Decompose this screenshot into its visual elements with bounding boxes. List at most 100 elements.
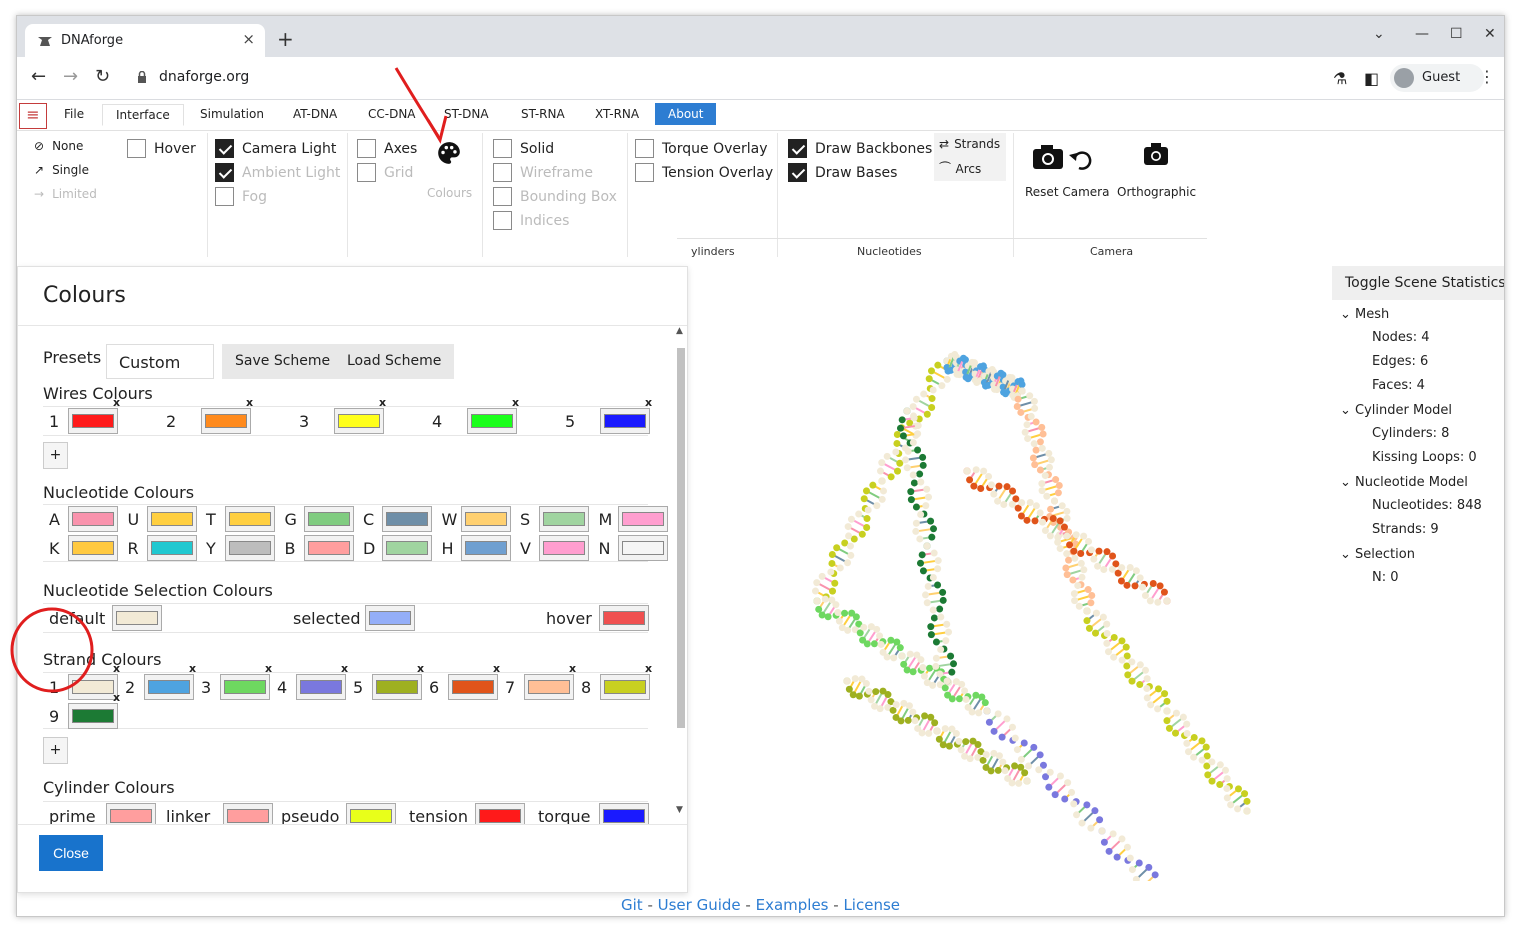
wireframe-toggle[interactable]: Wireframe [493, 163, 593, 182]
strand-remove-9-icon[interactable]: x [113, 691, 120, 704]
strand-remove-2-icon[interactable]: x [189, 662, 196, 675]
presets-select[interactable]: Custom [106, 344, 214, 379]
scrollbar-thumb[interactable] [677, 348, 685, 728]
strand-swatch-3[interactable] [220, 674, 270, 700]
grid-checkbox[interactable] [357, 163, 376, 182]
hover-checkbox[interactable] [127, 139, 146, 158]
add-wire-colour-button[interactable]: + [43, 442, 68, 469]
nucleotide-swatch-W[interactable] [460, 506, 511, 532]
nucleotide-swatch-K[interactable] [68, 535, 118, 561]
axes-checkbox[interactable] [357, 139, 376, 158]
colours-label[interactable]: Colours [427, 186, 472, 200]
grid-toggle[interactable]: Grid [357, 163, 413, 182]
nucleotide-swatch-V[interactable] [539, 535, 589, 561]
wire-swatch-4[interactable] [467, 408, 517, 434]
wire-remove-1-icon[interactable]: x [113, 396, 120, 409]
address-bar[interactable]: dnaforge.org [125, 63, 1385, 93]
nucleotide-swatch-N[interactable] [617, 535, 668, 561]
cylinder-swatch-pseudo[interactable] [346, 803, 396, 824]
draw-backbones-toggle[interactable]: Draw Backbones [788, 139, 932, 158]
strand-swatch-7[interactable] [524, 674, 574, 700]
bounding-box-toggle[interactable]: Bounding Box [493, 187, 617, 206]
maximize-icon[interactable]: ☐ [1450, 26, 1463, 42]
git-link[interactable]: Git [621, 896, 643, 914]
dna-origami-scene[interactable] [787, 351, 1257, 881]
tab-search-icon[interactable]: ⌄ [1373, 26, 1385, 42]
browser-menu-icon[interactable]: ⋮ [1479, 67, 1495, 86]
strand-swatch-4[interactable] [296, 674, 346, 700]
selection-swatch-selected[interactable] [365, 605, 415, 631]
strand-swatch-1[interactable] [68, 674, 118, 700]
profile-button[interactable]: Guest [1390, 64, 1484, 92]
wire-remove-3-icon[interactable]: x [379, 396, 386, 409]
strand-remove-3-icon[interactable]: x [265, 662, 272, 675]
draw-backbones-checkbox[interactable] [788, 139, 807, 158]
user-guide-link[interactable]: User Guide [658, 896, 741, 914]
selection-swatch-default[interactable] [112, 605, 162, 631]
torque-overlay-checkbox[interactable] [635, 139, 654, 158]
side-panel-icon[interactable]: ◧ [1364, 69, 1379, 88]
orthographic-button[interactable]: Orthographic [1117, 185, 1196, 199]
strand-remove-4-icon[interactable]: x [341, 662, 348, 675]
wire-remove-4-icon[interactable]: x [512, 396, 519, 409]
fog-toggle[interactable]: Fog [215, 187, 267, 206]
hamburger-menu-icon[interactable]: ≡ [19, 103, 47, 129]
nucleotide-swatch-G[interactable] [303, 506, 354, 532]
nucleotide-swatch-A[interactable] [68, 506, 118, 532]
menu-simulation[interactable]: Simulation [200, 107, 264, 121]
nucleotide-swatch-B[interactable] [303, 535, 354, 561]
menu-st-rna[interactable]: ST-RNA [521, 107, 565, 121]
strand-remove-6-icon[interactable]: x [493, 662, 500, 675]
menu-about[interactable]: About [655, 103, 717, 125]
solid-checkbox[interactable] [493, 139, 512, 158]
menu-xt-rna[interactable]: XT-RNA [595, 107, 639, 121]
add-strand-colour-button[interactable]: + [43, 737, 68, 764]
solid-toggle[interactable]: Solid [493, 139, 554, 158]
close-button[interactable]: Close [39, 835, 103, 871]
strand-remove-5-icon[interactable]: x [417, 662, 424, 675]
ambient-light-toggle[interactable]: Ambient Light [215, 163, 340, 182]
labs-flask-icon[interactable]: ⚗ [1333, 69, 1347, 88]
nucleotide-swatch-H[interactable] [460, 535, 511, 561]
stats-nucleotide-header[interactable]: ⌄ Nucleotide Model [1340, 475, 1468, 490]
forward-icon[interactable]: → [63, 66, 78, 87]
hover-toggle[interactable]: Hover [127, 139, 196, 158]
strand-swatch-2[interactable] [144, 674, 194, 700]
save-scheme-button[interactable]: Save Scheme [222, 344, 344, 379]
examples-link[interactable]: Examples [756, 896, 829, 914]
tension-overlay-checkbox[interactable] [635, 163, 654, 182]
fog-checkbox[interactable] [215, 187, 234, 206]
wire-remove-5-icon[interactable]: x [645, 396, 652, 409]
selection-limited[interactable]: → Limited [34, 187, 97, 201]
wire-swatch-3[interactable] [334, 408, 384, 434]
cylinder-swatch-tension[interactable] [475, 803, 525, 824]
ambient-light-checkbox[interactable] [215, 163, 234, 182]
window-close-icon[interactable]: ✕ [1484, 26, 1496, 42]
bounding-box-checkbox[interactable] [493, 187, 512, 206]
tab-close-icon[interactable]: × [242, 30, 255, 48]
arcs-mode[interactable]: ⏜ Arcs [939, 161, 981, 176]
strand-swatch-8[interactable] [600, 674, 650, 700]
nucleotide-swatch-D[interactable] [382, 535, 432, 561]
menu-at-dna[interactable]: AT-DNA [293, 107, 337, 121]
stats-selection-header[interactable]: ⌄ Selection [1340, 547, 1415, 562]
wire-swatch-5[interactable] [600, 408, 650, 434]
back-icon[interactable]: ← [31, 66, 46, 87]
stats-mesh-header[interactable]: ⌄ Mesh [1340, 307, 1389, 322]
menu-cc-dna[interactable]: CC-DNA [368, 107, 416, 121]
nucleotide-swatch-U[interactable] [146, 506, 197, 532]
wire-swatch-2[interactable] [201, 408, 251, 434]
menu-st-dna[interactable]: ST-DNA [444, 107, 489, 121]
scroll-down-icon[interactable]: ▼ [676, 805, 683, 815]
strand-remove-1-icon[interactable]: x [113, 662, 120, 675]
wireframe-checkbox[interactable] [493, 163, 512, 182]
camera-light-toggle[interactable]: Camera Light [215, 139, 336, 158]
wire-remove-2-icon[interactable]: x [246, 396, 253, 409]
nucleotide-swatch-M[interactable] [617, 506, 668, 532]
cylinder-swatch-torque[interactable] [599, 803, 649, 824]
nucleotide-swatch-S[interactable] [539, 506, 589, 532]
reset-camera-button[interactable]: Reset Camera [1025, 185, 1109, 199]
cylinder-swatch-prime[interactable] [106, 803, 156, 824]
strand-remove-8-icon[interactable]: x [645, 662, 652, 675]
camera-light-checkbox[interactable] [215, 139, 234, 158]
